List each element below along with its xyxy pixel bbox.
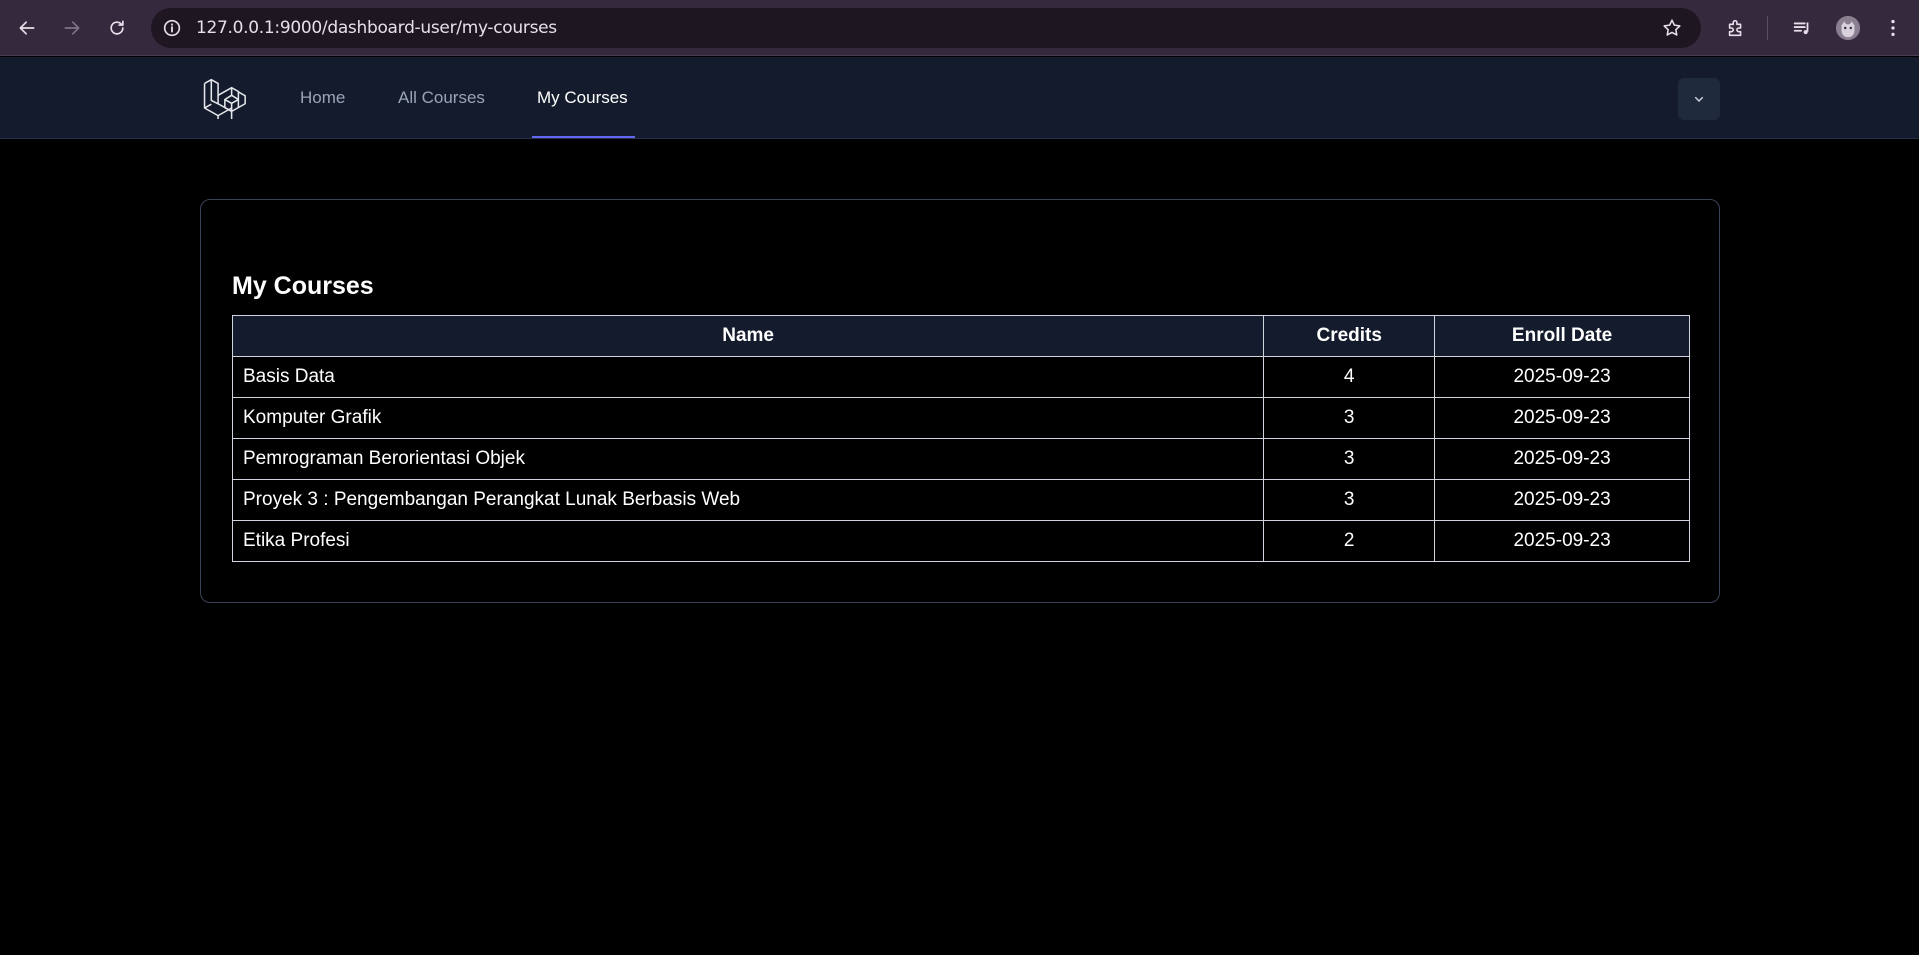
- course-name-cell: Pemrograman Berorientasi Objek: [231, 438, 1265, 480]
- extensions-button[interactable]: [1722, 14, 1750, 42]
- reload-button[interactable]: [103, 14, 131, 42]
- course-credits-cell: 3: [1263, 479, 1436, 521]
- course-credits-cell: 2: [1263, 520, 1436, 562]
- table-row: Komputer Grafik 3 2025-09-23: [231, 397, 1690, 439]
- browser-toolbar: 127.0.0.1:9000/dashboard-user/my-courses: [0, 0, 1919, 56]
- courses-table: Name Credits Enroll Date Basis Data 4 20…: [231, 315, 1690, 562]
- page-title: My Courses: [232, 272, 374, 300]
- more-vertical-icon: [1891, 19, 1895, 37]
- table-row: Pemrograman Berorientasi Objek 3 2025-09…: [231, 438, 1690, 480]
- arrow-right-icon: [64, 21, 80, 35]
- course-name-cell: Etika Profesi: [231, 520, 1265, 562]
- back-button[interactable]: [13, 14, 41, 42]
- table-row: Basis Data 4 2025-09-23: [231, 356, 1690, 398]
- bookmark-star-icon[interactable]: [1661, 17, 1683, 39]
- column-header-enroll-date: Enroll Date: [1434, 315, 1690, 357]
- course-enroll-date-cell: 2025-09-23: [1434, 438, 1690, 480]
- arrow-left-icon: [19, 21, 35, 35]
- puzzle-icon: [1728, 19, 1742, 37]
- course-credits-cell: 4: [1263, 356, 1436, 398]
- user-menu-dropdown[interactable]: [1678, 78, 1720, 120]
- nav-link-home[interactable]: Home: [300, 57, 345, 139]
- nav-link-all-courses[interactable]: All Courses: [398, 57, 485, 139]
- column-header-name: Name: [231, 315, 1265, 357]
- course-enroll-date-cell: 2025-09-23: [1434, 397, 1690, 439]
- active-nav-indicator: [532, 136, 635, 138]
- browser-menu-button[interactable]: [1879, 14, 1907, 42]
- nav-link-my-courses[interactable]: My Courses: [537, 57, 628, 139]
- app-navbar: Home All Courses My Courses: [0, 57, 1919, 139]
- chevron-down-icon: [1694, 96, 1704, 102]
- column-header-credits: Credits: [1263, 315, 1436, 357]
- course-credits-cell: 3: [1263, 397, 1436, 439]
- table-row: Proyek 3 : Pengembangan Perangkat Lunak …: [231, 479, 1690, 521]
- course-enroll-date-cell: 2025-09-23: [1434, 356, 1690, 398]
- reload-icon: [110, 20, 124, 35]
- course-enroll-date-cell: 2025-09-23: [1434, 520, 1690, 562]
- url-text[interactable]: 127.0.0.1:9000/dashboard-user/my-courses: [196, 8, 557, 48]
- courses-card: My Courses Name Credits Enroll Date Basi…: [200, 199, 1720, 603]
- site-info-icon[interactable]: [161, 17, 183, 39]
- table-header-row: Name Credits Enroll Date: [231, 315, 1690, 357]
- table-row: Etika Profesi 2 2025-09-23: [231, 520, 1690, 562]
- profile-button[interactable]: [1834, 14, 1862, 42]
- course-name-cell: Komputer Grafik: [231, 397, 1265, 439]
- playlist-icon: [1793, 22, 1809, 35]
- profile-avatar-icon: [1835, 15, 1861, 41]
- address-bar[interactable]: 127.0.0.1:9000/dashboard-user/my-courses: [151, 8, 1701, 48]
- toolbar-divider: [1767, 16, 1768, 40]
- media-control-button[interactable]: [1788, 14, 1816, 42]
- course-name-cell: Proyek 3 : Pengembangan Perangkat Lunak …: [231, 479, 1265, 521]
- course-credits-cell: 3: [1263, 438, 1436, 480]
- forward-button[interactable]: [58, 14, 86, 42]
- laravel-logo-icon[interactable]: [202, 75, 246, 119]
- course-name-cell: Basis Data: [231, 356, 1265, 398]
- course-enroll-date-cell: 2025-09-23: [1434, 479, 1690, 521]
